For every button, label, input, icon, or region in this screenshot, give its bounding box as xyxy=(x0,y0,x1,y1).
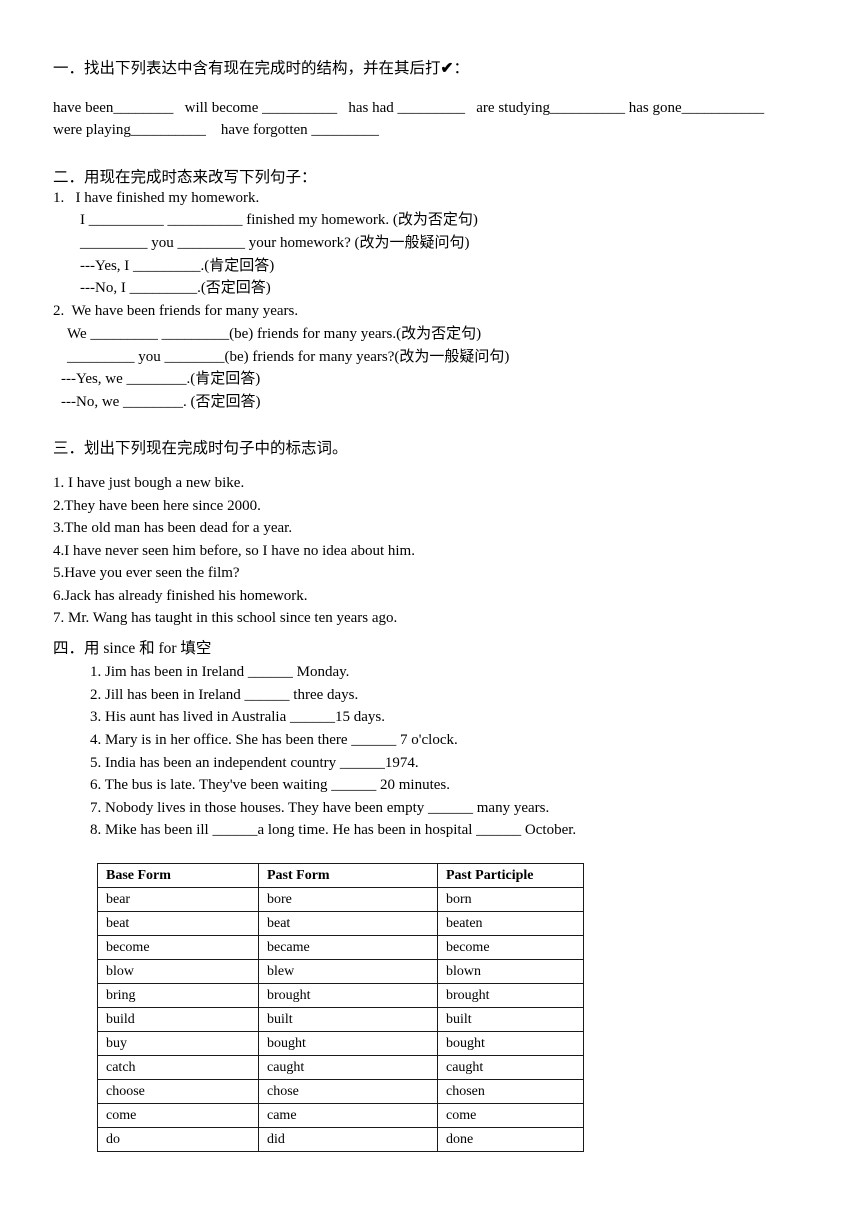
section-1-line-2: were playing__________ have forgotten __… xyxy=(53,122,379,138)
cell-past-participle: bought xyxy=(437,1031,584,1056)
section-1-heading-text: 一．找出下列表达中含有现在完成时的结构，并在其后打 xyxy=(53,60,441,77)
section-4-line-2: 2. Jill has been in Ireland ______ three… xyxy=(90,687,359,703)
table-row: blow blew blown xyxy=(97,959,584,984)
section-4-heading: 四．用 since 和 for 填空 xyxy=(53,640,212,657)
section-3-line-6: 6.Jack has already finished his homework… xyxy=(53,588,308,604)
cell-past-participle: built xyxy=(437,1007,584,1032)
cell-base-form: choose xyxy=(97,1079,259,1104)
section-2-line-6: 2. We have been friends for many years. xyxy=(53,303,299,319)
section-4-line-5: 5. India has been an independent country… xyxy=(90,755,419,771)
section-2-line-3: _________ you _________ your homework? (… xyxy=(80,235,470,251)
section-3-line-3: 3.The old man has been dead for a year. xyxy=(53,520,293,536)
section-2-line-9: ---Yes, we ________.(肯定回答) xyxy=(61,371,261,387)
table-row: build built built xyxy=(97,1007,584,1032)
cell-base-form: beat xyxy=(97,911,259,936)
cell-base-form: buy xyxy=(97,1031,259,1056)
checkmark-icon: ✔ xyxy=(440,60,454,77)
cell-base-form: blow xyxy=(97,959,259,984)
section-1-heading: 一．找出下列表达中含有现在完成时的结构，并在其后打✔： xyxy=(53,59,813,80)
cell-base-form: build xyxy=(97,1007,259,1032)
section-1-line-1: have been________ will become __________… xyxy=(53,100,765,116)
cell-past-participle: come xyxy=(437,1103,584,1128)
worksheet-page: 一．找出下列表达中含有现在完成时的结构，并在其后打✔： have been___… xyxy=(0,0,860,1216)
table-header-row: Base Form Past Form Past Participle xyxy=(97,863,584,888)
section-3-line-7: 7. Mr. Wang has taught in this school si… xyxy=(53,610,398,626)
table-row: bring brought brought xyxy=(97,983,584,1008)
table-row: beat beat beaten xyxy=(97,911,584,936)
cell-past-form: caught xyxy=(258,1055,438,1080)
section-3-line-1: 1. I have just bough a new bike. xyxy=(53,475,245,491)
column-header-past-participle: Past Participle xyxy=(437,863,584,888)
section-2-line-10: ---No, we ________. (否定回答) xyxy=(61,394,261,410)
cell-past-participle: blown xyxy=(437,959,584,984)
section-3-line-4: 4.I have never seen him before, so I hav… xyxy=(53,543,415,559)
section-2-line-8: _________ you ________(be) friends for m… xyxy=(67,349,510,365)
cell-past-form: beat xyxy=(258,911,438,936)
cell-past-form: blew xyxy=(258,959,438,984)
cell-past-form: chose xyxy=(258,1079,438,1104)
section-4-line-8: 8. Mike has been ill ______a long time. … xyxy=(90,822,577,838)
cell-past-participle: caught xyxy=(437,1055,584,1080)
column-header-base-form: Base Form xyxy=(97,863,259,888)
section-1-heading-colon: ： xyxy=(453,60,470,77)
cell-base-form: bear xyxy=(97,887,259,912)
section-2-line-2: I __________ __________ finished my home… xyxy=(80,212,478,228)
section-3-line-5: 5.Have you ever seen the film? xyxy=(53,565,240,581)
cell-past-participle: done xyxy=(437,1127,584,1152)
cell-base-form: come xyxy=(97,1103,259,1128)
cell-past-form: bore xyxy=(258,887,438,912)
section-4-line-7: 7. Nobody lives in those houses. They ha… xyxy=(90,800,550,816)
section-3-line-2: 2.They have been here since 2000. xyxy=(53,498,261,514)
section-4-line-3: 3. His aunt has lived in Australia _____… xyxy=(90,709,385,725)
cell-past-form: came xyxy=(258,1103,438,1128)
section-2-line-5: ---No, I _________.(否定回答) xyxy=(80,280,271,296)
cell-past-form: built xyxy=(258,1007,438,1032)
cell-past-form: did xyxy=(258,1127,438,1152)
cell-past-form: became xyxy=(258,935,438,960)
cell-base-form: do xyxy=(97,1127,259,1152)
section-3-heading: 三．划出下列现在完成时句子中的标志词。 xyxy=(53,440,348,457)
cell-past-participle: born xyxy=(437,887,584,912)
cell-past-participle: brought xyxy=(437,983,584,1008)
section-4-line-6: 6. The bus is late. They've been waiting… xyxy=(90,777,451,793)
column-header-past-form: Past Form xyxy=(258,863,438,888)
section-4-line-1: 1. Jim has been in Ireland ______ Monday… xyxy=(90,664,350,680)
cell-past-participle: beaten xyxy=(437,911,584,936)
table-row: bear bore born xyxy=(97,887,584,912)
section-2-line-4: ---Yes, I _________.(肯定回答) xyxy=(80,258,275,274)
cell-past-participle: become xyxy=(437,935,584,960)
irregular-verbs-table: Base Form Past Form Past Participle bear… xyxy=(97,863,584,1152)
section-2-line-1: 1. I have finished my homework. xyxy=(53,190,260,206)
cell-past-form: bought xyxy=(258,1031,438,1056)
table-row: buy bought bought xyxy=(97,1031,584,1056)
section-2-line-7: We _________ _________(be) friends for m… xyxy=(67,326,482,342)
cell-base-form: catch xyxy=(97,1055,259,1080)
table-row: choose chose chosen xyxy=(97,1079,584,1104)
table-row: become became become xyxy=(97,935,584,960)
table-row: catch caught caught xyxy=(97,1055,584,1080)
cell-base-form: become xyxy=(97,935,259,960)
section-2-heading: 二．用现在完成时态来改写下列句子： xyxy=(53,169,317,186)
cell-past-participle: chosen xyxy=(437,1079,584,1104)
table-row: come came come xyxy=(97,1103,584,1128)
table-row: do did done xyxy=(97,1127,584,1152)
cell-past-form: brought xyxy=(258,983,438,1008)
section-4-line-4: 4. Mary is in her office. She has been t… xyxy=(90,732,458,748)
cell-base-form: bring xyxy=(97,983,259,1008)
